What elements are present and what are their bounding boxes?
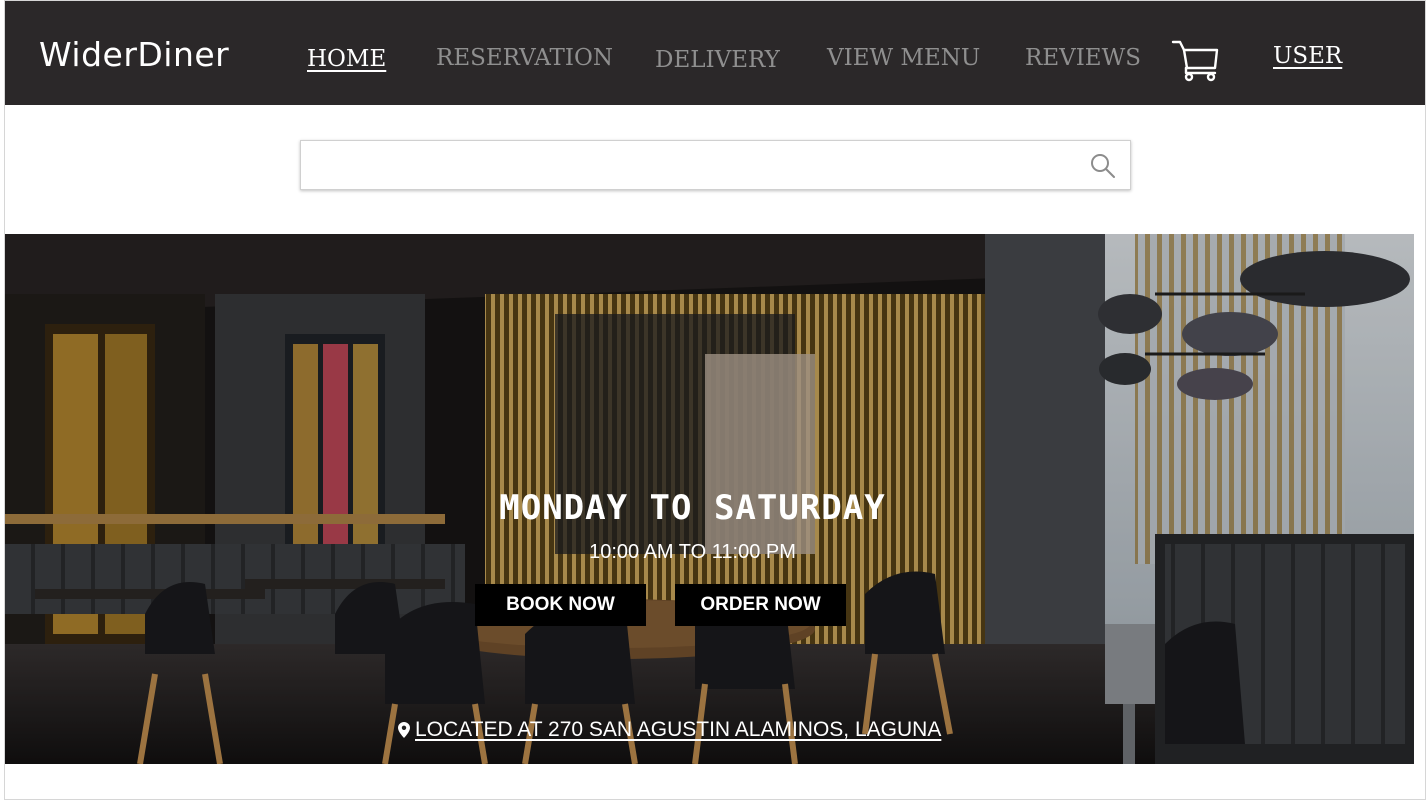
- search-icon[interactable]: [1090, 153, 1116, 179]
- page: WiderDiner HOME RESERVATION DELIVERY VIE…: [4, 0, 1426, 800]
- nav-delivery[interactable]: DELIVERY: [655, 47, 780, 73]
- map-pin-icon: [398, 722, 410, 738]
- hero-title: MONDAY TO SATURDAY: [499, 488, 886, 528]
- nav-user[interactable]: USER: [1273, 43, 1342, 69]
- nav-view-menu[interactable]: VIEW MENU: [827, 45, 980, 71]
- nav-reviews[interactable]: REVIEWS: [1025, 45, 1141, 71]
- search-bar: [300, 140, 1131, 190]
- location-text: LOCATED AT 270 SAN AGUSTIN ALAMINOS, LAG…: [415, 718, 942, 741]
- nav-home[interactable]: HOME: [307, 46, 386, 72]
- brand-logo[interactable]: WiderDiner: [39, 35, 229, 74]
- nav-reservation[interactable]: RESERVATION: [436, 45, 613, 71]
- top-navbar: WiderDiner HOME RESERVATION DELIVERY VIE…: [5, 1, 1425, 105]
- opening-hours: 10:00 AM TO 11:00 PM: [589, 541, 796, 563]
- book-now-button[interactable]: BOOK NOW: [475, 584, 646, 626]
- order-now-button[interactable]: ORDER NOW: [675, 584, 846, 626]
- search-input[interactable]: [301, 141, 1071, 189]
- hero-banner: MONDAY TO SATURDAY 10:00 AM TO 11:00 PM …: [5, 234, 1414, 764]
- location-link[interactable]: LOCATED AT 270 SAN AGUSTIN ALAMINOS, LAG…: [398, 718, 941, 742]
- shopping-cart-icon[interactable]: [1171, 39, 1221, 83]
